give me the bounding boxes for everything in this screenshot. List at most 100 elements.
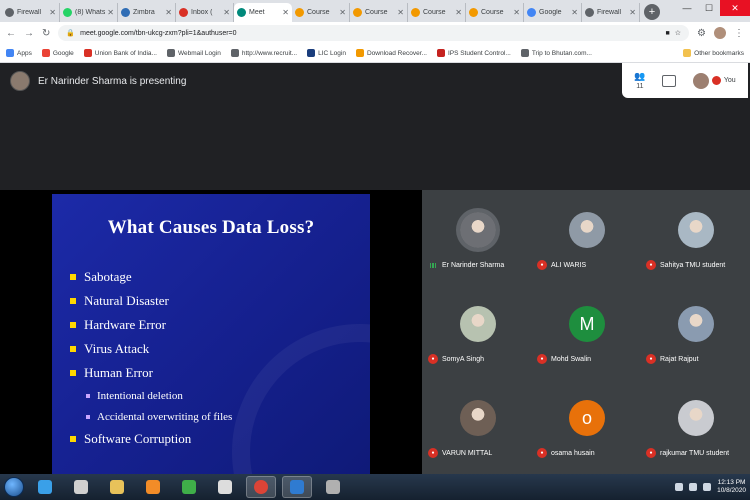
menu-icon[interactable]: ⋮ (734, 28, 744, 39)
bookmark-item[interactable]: IPS Student Control... (436, 49, 511, 57)
media-icon (146, 480, 160, 494)
browser-tab[interactable]: Zimbra ✕ (118, 3, 176, 22)
bookmark-item[interactable]: Google (41, 49, 74, 57)
chat-button[interactable] (662, 74, 677, 87)
bullet-marker (70, 370, 76, 376)
slide-bullet: Natural Disaster (70, 289, 370, 313)
participant-tile[interactable]: ● SomyA Singh (424, 286, 532, 380)
participant-name-label: ● Sahitya TMU student (646, 260, 725, 270)
bookmark-favicon (520, 49, 529, 57)
self-avatar (692, 72, 709, 89)
back-icon[interactable]: ← (6, 28, 16, 39)
address-bar[interactable]: 🔒 meet.google.com/tbn-ukcg-zxm?pli=1&aut… (58, 25, 690, 41)
close-window-icon[interactable]: ✕ (720, 0, 750, 16)
close-tab-icon[interactable]: ✕ (339, 8, 346, 17)
mic-off-icon: ● (537, 260, 547, 270)
participant-tile[interactable]: ● ALI WARIS (533, 192, 641, 286)
browser-tab[interactable]: Inbox (✕ (176, 3, 234, 22)
slide-bullet: Intentional deletion (86, 385, 370, 406)
bookmark-item[interactable]: http://www.recruit... (230, 49, 297, 57)
participant-tile[interactable]: Er Narinder Sharma (424, 192, 532, 286)
windows-taskbar: 12:13 PM 10/8/2020 (0, 474, 750, 500)
self-view[interactable]: You (692, 72, 736, 89)
close-tab-icon[interactable]: ✕ (397, 8, 404, 17)
other-bookmarks[interactable]: Other bookmarks (683, 49, 744, 57)
camera-icon[interactable]: ■ (666, 30, 670, 37)
participant-tile[interactable]: ● VARUN MITTAL (424, 380, 532, 474)
presentation-slide: What Causes Data Loss? Sabotage Natural D… (52, 194, 370, 474)
browser-tab[interactable]: Google ✕ (524, 3, 582, 22)
browser-tab[interactable]: Course ✕ (350, 3, 408, 22)
tab-favicon (5, 8, 14, 17)
tab-title: Course (481, 9, 504, 16)
browser-toolbar: ← → ↻ 🔒 meet.google.com/tbn-ukcg-zxm?pli… (0, 22, 750, 44)
bookmark-item[interactable]: Trip to Bhutan.com... (520, 49, 592, 57)
bookmark-item[interactable]: Union Bank of India... (83, 49, 157, 57)
close-tab-icon[interactable]: ✕ (629, 8, 636, 17)
bullet-marker (86, 393, 90, 398)
browser-tab[interactable]: Firewall ✕ (2, 3, 60, 22)
close-tab-icon[interactable]: ✕ (165, 8, 172, 17)
taskbar-app[interactable] (66, 476, 96, 498)
close-tab-icon[interactable]: ✕ (223, 8, 230, 17)
taskbar-app[interactable] (138, 476, 168, 498)
participant-tile[interactable]: ● rajkumar TMU student (642, 380, 750, 474)
taskbar-app[interactable] (102, 476, 132, 498)
browser-tab[interactable]: (8) WhatsApp✕ (60, 3, 118, 22)
maximize-icon[interactable]: ☐ (698, 0, 720, 16)
taskbar-app[interactable] (318, 476, 348, 498)
participant-avatar: o (569, 400, 605, 436)
browser-tab[interactable]: Meet ✕ (234, 3, 292, 22)
profile-avatar[interactable] (714, 27, 726, 39)
minimize-icon[interactable]: — (676, 0, 698, 16)
people-icon: 👥 (634, 71, 646, 81)
participant-tile[interactable]: M ● Mohd Swalin (533, 286, 641, 380)
close-tab-icon[interactable]: ✕ (571, 8, 578, 17)
tab-favicon (179, 8, 188, 17)
clock[interactable]: 12:13 PM 10/8/2020 (717, 479, 746, 495)
browser-tab[interactable]: Course ✕ (466, 3, 524, 22)
mic-off-icon: ● (646, 354, 656, 364)
network-icon[interactable] (703, 483, 712, 491)
close-tab-icon[interactable]: ✕ (107, 8, 114, 17)
taskbar-app[interactable] (210, 476, 240, 498)
star-icon[interactable]: ☆ (675, 29, 681, 37)
close-tab-icon[interactable]: ✕ (282, 8, 289, 17)
taskbar-app[interactable] (30, 476, 60, 498)
forward-icon[interactable]: → (24, 28, 34, 39)
taskbar-app[interactable] (174, 476, 204, 498)
tray-icon[interactable] (675, 483, 684, 491)
you-label: You (723, 77, 736, 84)
extension-icon[interactable]: ⚙ (697, 28, 706, 39)
bookmark-item[interactable]: Apps (6, 49, 32, 57)
tab-strip: Firewall✕(8) WhatsApp✕Zimbra✕Inbox (✕Mee… (0, 0, 750, 22)
participant-tile[interactable]: ● Sahitya TMU student (642, 192, 750, 286)
bookmark-item[interactable]: LIC Login (307, 49, 346, 57)
participant-tile[interactable]: ● Rajat Rajput (642, 286, 750, 380)
bookmark-item[interactable]: Webmail Login (166, 49, 221, 57)
people-button[interactable]: 👥 11 (634, 71, 645, 90)
participant-name-label: ● ALI WARIS (537, 260, 586, 270)
browser-tab[interactable]: Course ✕ (408, 3, 466, 22)
start-button[interactable] (4, 477, 24, 497)
bookmark-item[interactable]: Download Recover... (355, 49, 427, 57)
participant-grid: Er Narinder Sharma ● ALI WARIS ● Sahitya TMU… (422, 190, 750, 474)
reload-icon[interactable]: ↻ (42, 28, 50, 39)
taskbar-app[interactable] (282, 476, 312, 498)
close-tab-icon[interactable]: ✕ (513, 8, 520, 17)
tab-title: Firewall (17, 9, 42, 16)
new-tab-icon[interactable]: + (644, 4, 660, 20)
close-tab-icon[interactable]: ✕ (455, 8, 462, 17)
volume-icon[interactable] (689, 483, 698, 491)
taskbar-app[interactable] (246, 476, 276, 498)
slide-bullets: Sabotage Natural Disaster Hardware Error Vi… (70, 265, 370, 451)
close-tab-icon[interactable]: ✕ (49, 8, 56, 17)
tab-title: Zimbra (133, 9, 155, 16)
slide-title: What Causes Data Loss? (107, 217, 315, 238)
browser-tab[interactable]: Firewall ✕ (582, 3, 640, 22)
slide-bullet: Hardware Error (70, 313, 370, 337)
people-count: 11 (636, 83, 644, 90)
browser-tab[interactable]: Course ✕ (292, 3, 350, 22)
participant-tile[interactable]: o ● osama husain (533, 380, 641, 474)
app2-icon (218, 480, 232, 494)
